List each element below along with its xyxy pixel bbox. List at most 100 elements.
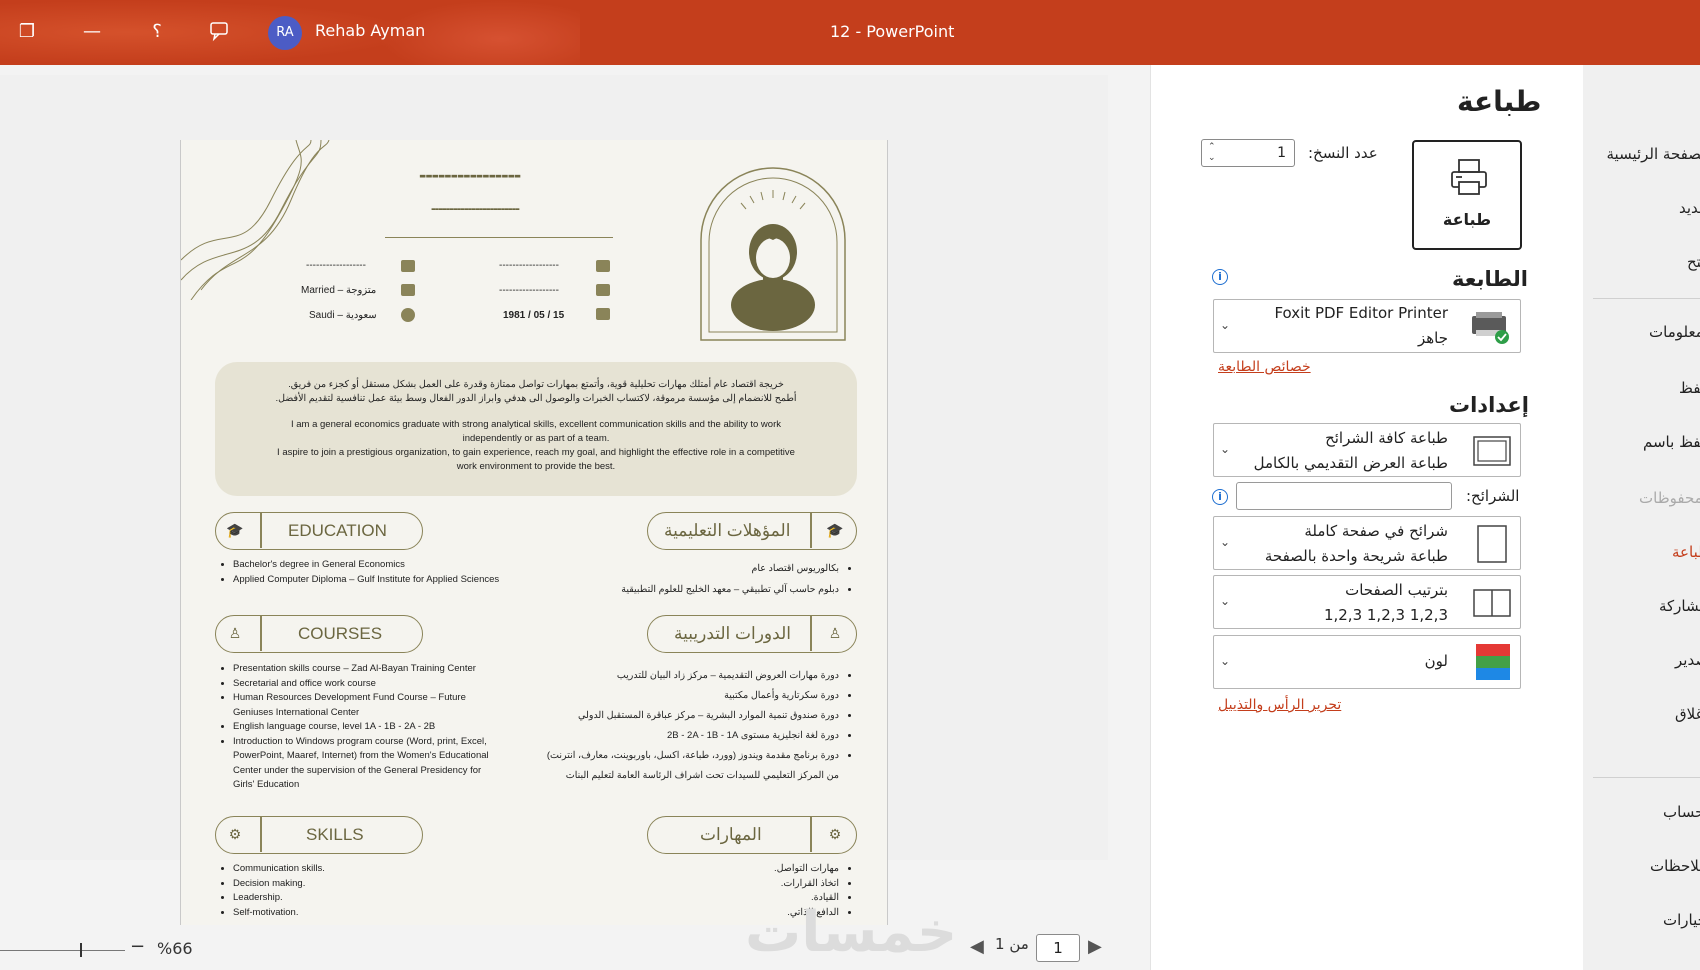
summary-en: I aspire to join a prestigious organizat… <box>277 447 795 458</box>
restore-window-icon[interactable]: ❐ <box>15 20 39 44</box>
graduation-cap-icon: 🎓 <box>226 522 244 538</box>
cv-info: ------------------ <box>499 260 559 271</box>
nav-info[interactable]: معلومات <box>1649 323 1700 341</box>
people-icon <box>401 284 415 296</box>
printer-status: جاهز <box>1417 329 1448 347</box>
chevron-down-icon: ⌄ <box>1220 535 1231 549</box>
slides-input[interactable] <box>1236 482 1452 510</box>
award-icon: ♙ <box>828 625 842 641</box>
nav-new[interactable]: جديد <box>1679 199 1700 217</box>
page-number-input[interactable]: 1 <box>1036 934 1080 962</box>
zoom-out-button[interactable]: − <box>130 936 145 957</box>
copies-label: عدد النسخ: <box>1308 144 1378 162</box>
skills-list-en: Communication skills.Decision making.Lea… <box>233 862 503 920</box>
copies-spinner[interactable]: ⌃ ⌄ <box>1208 142 1216 164</box>
decorative-waves <box>181 140 330 300</box>
globe-icon <box>401 308 415 322</box>
edit-header-footer-link[interactable]: تحرير الرأس والتذييل <box>1218 697 1341 713</box>
page-title: طباعة <box>1457 85 1542 118</box>
zoom-slider-thumb[interactable] <box>80 943 82 957</box>
collated-icon <box>1473 589 1511 617</box>
printer-properties-link[interactable]: خصائص الطابعة <box>1218 359 1311 375</box>
education-heading-en: 🎓 EDUCATION <box>215 512 423 550</box>
cv-summary: خريجة اقتصاد عام أمتلك مهارات تحليلية قو… <box>215 362 857 496</box>
nav-home[interactable]: الصفحة الرئيسية <box>1607 145 1700 163</box>
printer-dropdown[interactable]: ⌄ Foxit PDF Editor Printer جاهز <box>1213 299 1521 353</box>
nav-feedback[interactable]: ملاحظات <box>1650 857 1700 875</box>
help-icon[interactable]: ؟ <box>145 20 169 44</box>
info-icon[interactable]: i <box>1212 269 1228 285</box>
courses-list-en: Presentation skills course – Zad Al-Baya… <box>233 662 503 793</box>
copies-input[interactable]: ⌃ ⌄ 1 <box>1201 139 1295 167</box>
nav-history[interactable]: المحفوظات <box>1639 489 1700 507</box>
education-list-ar: بكالوريوس اقتصاد عامدبلوم حاسب آلي تطبيق… <box>539 562 839 597</box>
briefcase-icon <box>401 260 415 272</box>
divider <box>385 237 613 238</box>
all-slides-icon <box>1473 436 1511 466</box>
next-page-icon[interactable]: ▶ <box>1088 936 1102 957</box>
document-title: 12 - PowerPoint <box>830 22 955 41</box>
avatar[interactable]: RA <box>268 16 302 50</box>
color-dropdown[interactable]: ⌄ لون <box>1213 635 1521 689</box>
backstage-nav: الصفحة الرئيسية جديد فتح معلومات حفظ حفظ… <box>1583 65 1700 970</box>
chevron-down-icon: ⌄ <box>1220 594 1231 608</box>
print-range-dropdown[interactable]: ⌄ طباعة كافة الشرائح طباعة العرض التقديم… <box>1213 423 1521 477</box>
chevron-down-icon: ⌄ <box>1220 318 1231 332</box>
page-total: من 1 <box>995 935 1029 953</box>
user-name[interactable]: Rehab Ayman <box>315 21 425 40</box>
graduation-cap-icon: 🎓 <box>826 522 844 538</box>
nav-export[interactable]: تصدير <box>1675 651 1700 669</box>
cv-info: ------------------ <box>306 260 366 271</box>
zoom-level[interactable]: %66 <box>157 939 193 958</box>
slide-preview: ---------------- -----------------------… <box>180 140 888 925</box>
chevron-down-icon: ⌄ <box>1220 442 1231 456</box>
nav-open[interactable]: فتح <box>1687 253 1700 271</box>
print-button[interactable]: طباعة <box>1412 140 1522 250</box>
summary-en: work environment to provide the best. <box>456 461 616 472</box>
nav-account[interactable]: الحساب <box>1663 803 1700 821</box>
summary-ar: خريجة اقتصاد عام أمتلك مهارات تحليلية قو… <box>288 379 784 390</box>
chevron-down-icon: ⌄ <box>1220 654 1231 668</box>
nav-close[interactable]: إغلاق <box>1675 705 1700 723</box>
info-icon[interactable]: i <box>1212 489 1228 505</box>
previous-page-icon[interactable]: ◀ <box>970 936 984 957</box>
courses-heading-en: ♙ COURSES <box>215 615 423 653</box>
courses-heading-ar: الدورات التدريبية ♙ <box>647 615 857 653</box>
cv-phone: ------------------ <box>499 285 559 296</box>
gear-icon: ⚙ <box>228 826 242 842</box>
cv-birthdate: 1981 / 05 / 15 <box>503 310 565 321</box>
nav-print[interactable]: طباعة <box>1672 543 1700 561</box>
nav-options[interactable]: خيارات <box>1663 911 1700 929</box>
summary-en: independently or as part of a team. <box>462 433 610 444</box>
zoom-slider[interactable] <box>0 950 125 951</box>
minimize-icon[interactable]: — <box>80 20 104 44</box>
education-list-en: Bachelor's degree in General EconomicsAp… <box>233 558 503 587</box>
summary-ar: أطمح للانضمام إلى مؤسسة مرموقة، لاكتساب … <box>275 393 797 404</box>
profile-photo-frame <box>700 167 846 341</box>
cv-name-placeholder: ---------------- <box>419 162 521 187</box>
email-icon <box>596 260 610 272</box>
watermark: خمسات <box>745 900 958 965</box>
printer-device-icon <box>1472 312 1509 344</box>
printer-icon <box>1451 159 1487 195</box>
collate-dropdown[interactable]: ⌄ بترتيب الصفحات 1,2,3 1,2,3 1,2,3 <box>1213 575 1521 629</box>
phone-icon <box>596 284 610 296</box>
gear-icon: ⚙ <box>828 826 842 842</box>
title-bar: ❐ — ؟ RA Rehab Ayman 12 - PowerPoint <box>0 0 1700 65</box>
nav-save[interactable]: حفظ <box>1679 379 1700 397</box>
slides-label: الشرائح: <box>1466 487 1520 505</box>
skills-heading-en: ⚙ SKILLS <box>215 816 423 854</box>
layout-dropdown[interactable]: ⌄ شرائح في صفحة كاملة طباعة شريحة واحدة … <box>1213 516 1521 570</box>
cv-title-placeholder: ------------------------ <box>431 200 520 216</box>
award-icon: ♙ <box>228 625 242 641</box>
color-icon <box>1476 644 1510 680</box>
settings-heading: إعدادات <box>1449 393 1529 417</box>
education-heading-ar: المؤهلات التعليمية 🎓 <box>647 512 857 550</box>
courses-list-ar: دورة مهارات العروض التقديمية – مركز زاد … <box>539 666 839 786</box>
full-page-slide-icon <box>1477 525 1507 563</box>
nav-save-as[interactable]: حفظ باسم <box>1643 433 1700 451</box>
printer-heading: الطابعة <box>1452 267 1528 291</box>
skills-heading-ar: المهارات ⚙ <box>647 816 857 854</box>
nav-share[interactable]: مشاركة <box>1659 597 1700 615</box>
comments-icon[interactable] <box>208 20 232 44</box>
